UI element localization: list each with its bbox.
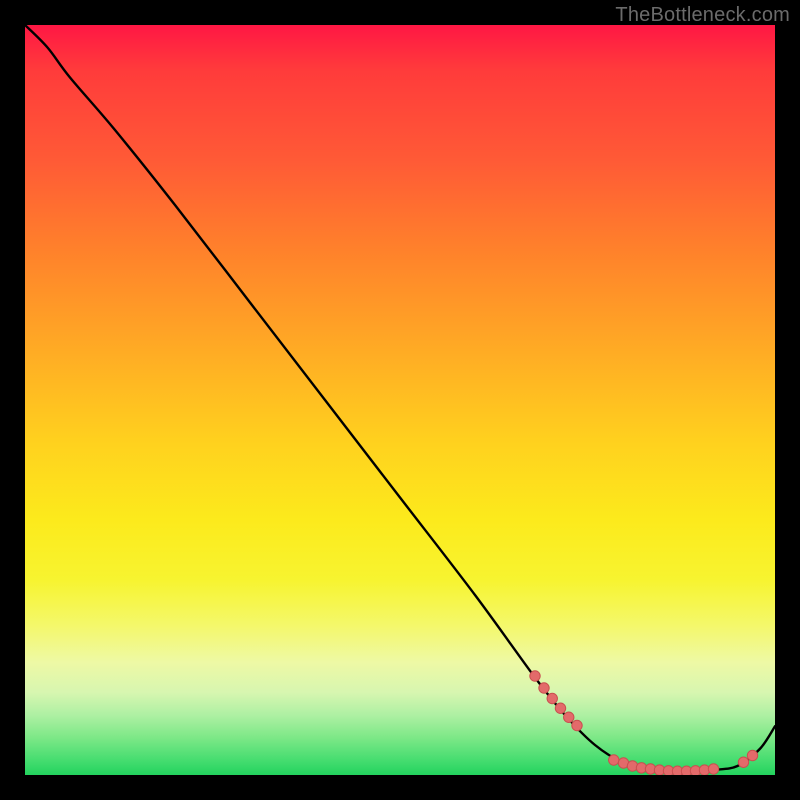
watermark-text: TheBottleneck.com: [615, 4, 790, 27]
heat-gradient-background: [25, 25, 775, 775]
plot-area: [25, 25, 775, 775]
chart-container: TheBottleneck.com: [0, 0, 800, 800]
